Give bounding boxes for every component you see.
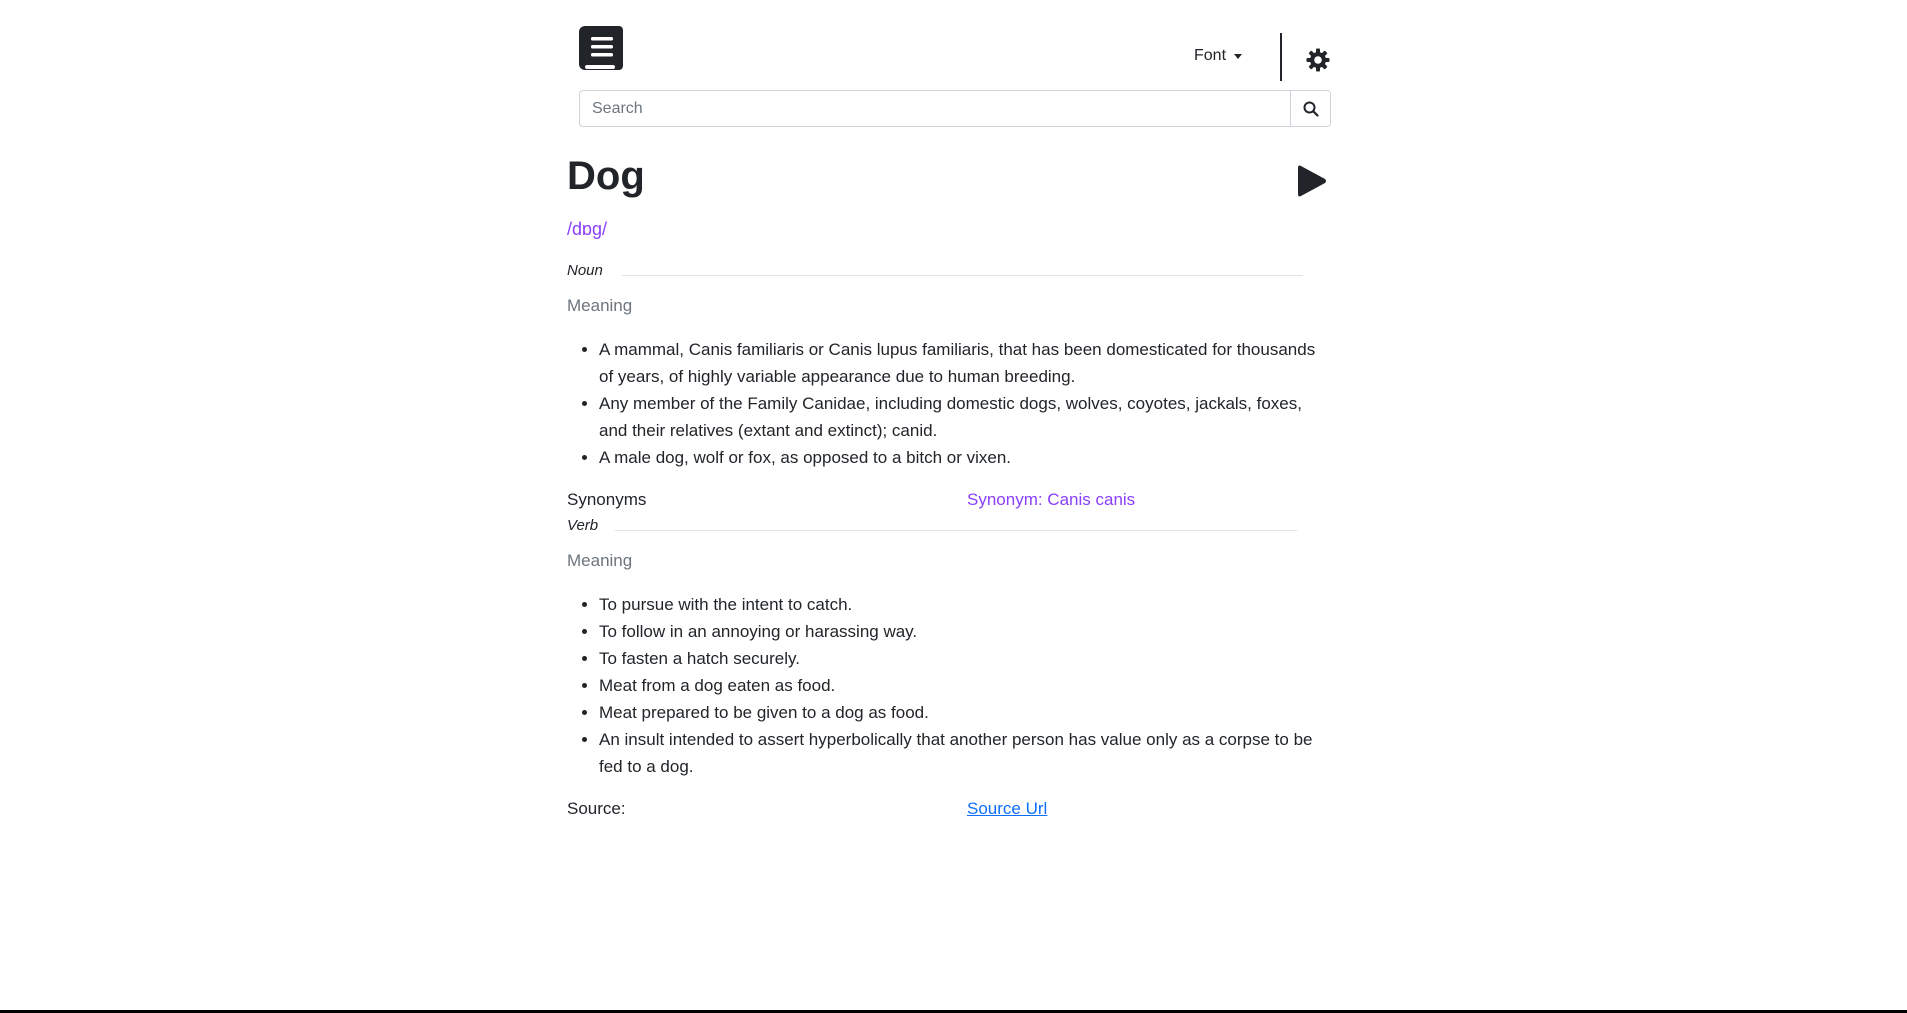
font-dropdown-label: Font <box>1194 47 1227 64</box>
list-item: A mammal, Canis familiaris or Canis lupu… <box>599 336 1331 390</box>
book-icon[interactable] <box>579 26 623 74</box>
synonyms-label: Synonyms <box>567 490 647 509</box>
play-icon[interactable] <box>1297 164 1327 198</box>
source-label: Source: <box>567 799 626 818</box>
part-of-speech-verb: Verb <box>567 517 599 534</box>
noun-divider <box>622 275 1303 276</box>
noun-meaning-label: Meaning <box>567 296 633 315</box>
list-item: An insult intended to assert hyperbolica… <box>599 726 1331 780</box>
noun-definitions: A mammal, Canis familiaris or Canis lupu… <box>567 336 1331 471</box>
source-url-link[interactable]: Source Url <box>967 799 1047 819</box>
synonym-link[interactable]: Synonym: Canis canis <box>967 490 1135 510</box>
header-divider <box>1280 33 1282 81</box>
list-item: A male dog, wolf or fox, as opposed to a… <box>599 444 1331 471</box>
search-button[interactable] <box>1290 90 1331 127</box>
gear-icon[interactable] <box>1306 48 1330 72</box>
font-dropdown[interactable]: Font <box>1194 47 1243 65</box>
list-item: Meat prepared to be given to a dog as fo… <box>599 699 1331 726</box>
list-item: Any member of the Family Canidae, includ… <box>599 390 1331 444</box>
caret-down-icon <box>1234 53 1243 59</box>
part-of-speech-noun: Noun <box>567 262 603 279</box>
verb-divider <box>615 530 1297 531</box>
list-item: To pursue with the intent to catch. <box>599 591 1331 618</box>
list-item: To fasten a hatch securely. <box>599 645 1331 672</box>
search-input[interactable] <box>579 90 1290 127</box>
list-item: Meat from a dog eaten as food. <box>599 672 1331 699</box>
list-item: To follow in an annoying or harassing wa… <box>599 618 1331 645</box>
phonetic: /dɒg/ <box>567 219 608 239</box>
search-icon <box>1303 101 1319 117</box>
verb-definitions: To pursue with the intent to catch. To f… <box>567 591 1331 780</box>
search-bar <box>579 90 1331 127</box>
word-title: Dog <box>567 154 645 198</box>
verb-meaning-label: Meaning <box>567 551 633 570</box>
